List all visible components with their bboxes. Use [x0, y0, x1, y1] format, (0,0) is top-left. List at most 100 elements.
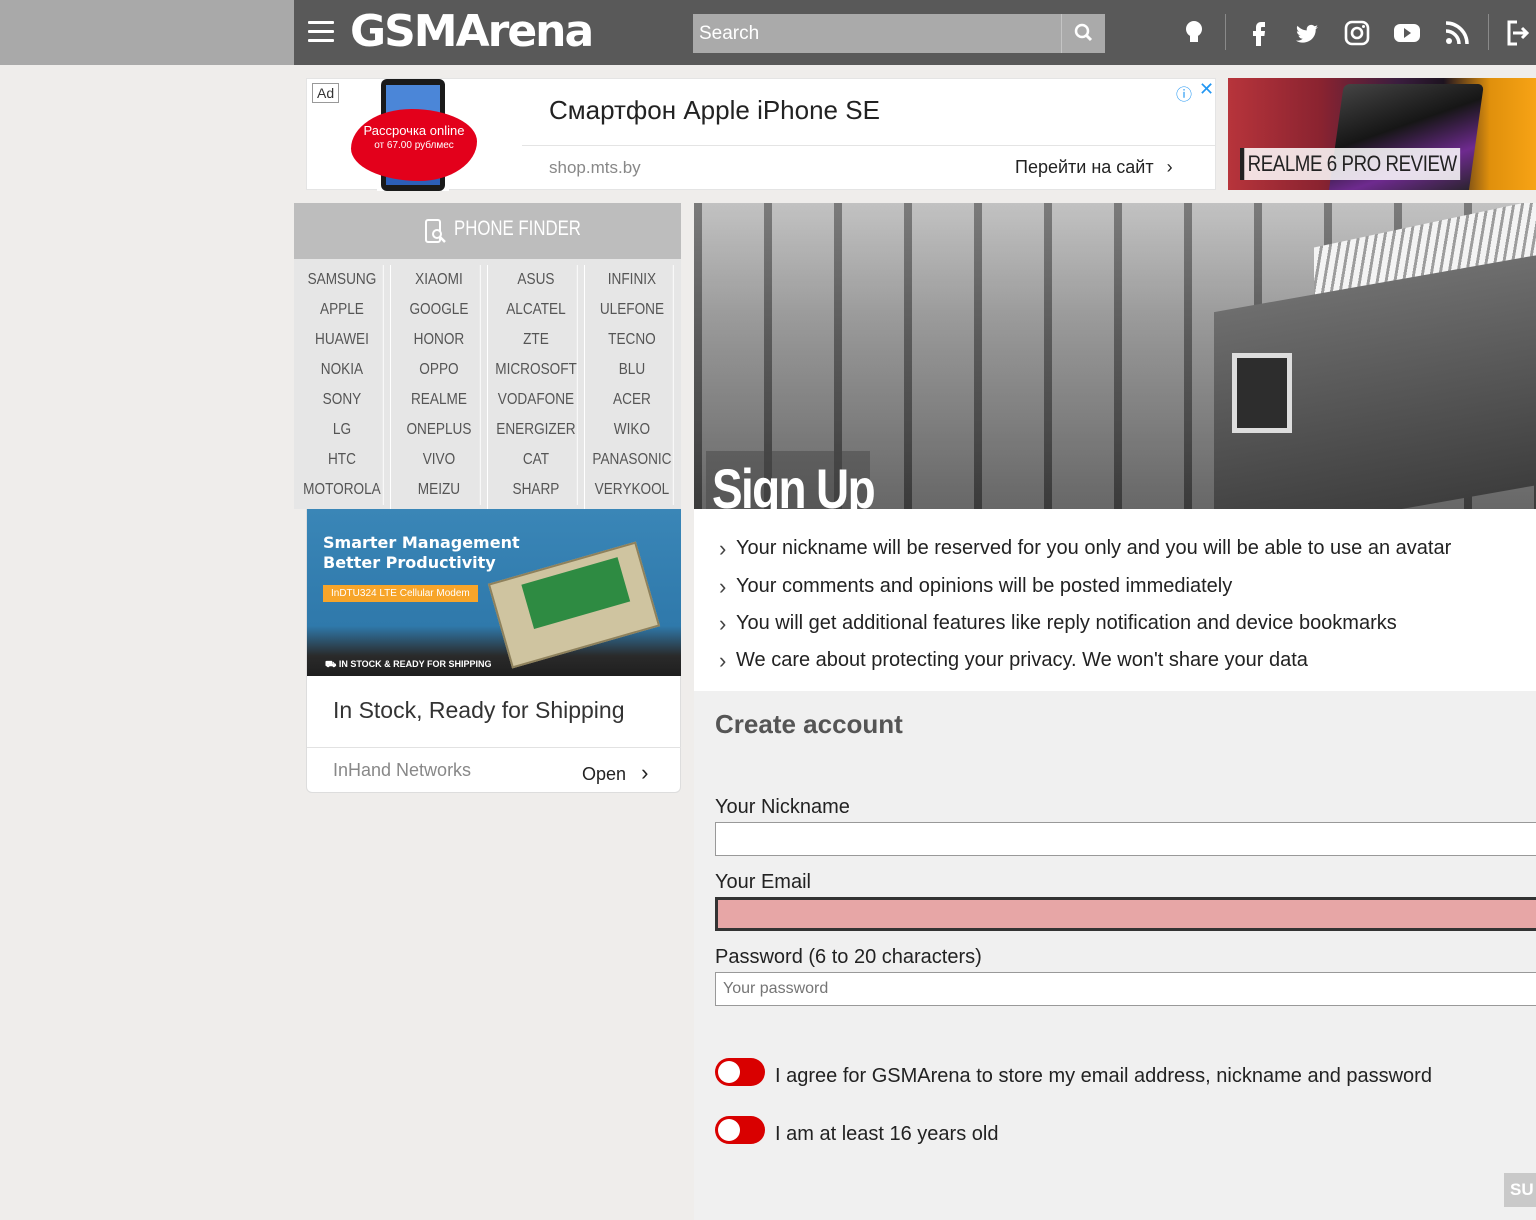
side-ad-image: Smarter Management Better Productivity I… — [307, 509, 681, 676]
nickname-label: Your Nickname — [715, 796, 850, 818]
submit-button[interactable]: SU — [1504, 1173, 1536, 1207]
lightbulb-icon[interactable] — [1179, 16, 1213, 50]
truck-icon: ⛟ — [325, 659, 339, 669]
benefit-item: Your nickname will be reserved for you o… — [719, 536, 1451, 562]
top-ad-banner[interactable]: Рассрочка online от 67.00 рублмес Ad Сма… — [306, 78, 1216, 191]
brand-link-panasonic[interactable]: PANASONIC — [592, 445, 674, 475]
side-ad-brand: InHand Networks — [333, 760, 472, 780]
svg-text:GSMArena: GSMArena — [350, 6, 592, 56]
search-input[interactable] — [693, 14, 1061, 53]
login-icon[interactable] — [1499, 16, 1533, 50]
benefits-list: Your nickname will be reserved for you o… — [694, 509, 1536, 691]
brand-link-energizer[interactable]: ENERGIZER — [495, 415, 577, 445]
brand-link-sharp[interactable]: SHARP — [495, 475, 577, 505]
signup-hero: Sign Up — [694, 203, 1536, 509]
brand-link-vivo[interactable]: VIVO — [398, 445, 481, 475]
side-ad[interactable]: Smarter Management Better Productivity I… — [306, 509, 681, 793]
instagram-icon[interactable] — [1340, 16, 1374, 50]
brand-link-motorola[interactable]: MOTOROLA — [301, 475, 384, 505]
search-button[interactable] — [1061, 14, 1105, 53]
chevron-right-icon: › — [641, 760, 649, 785]
rss-icon[interactable] — [1440, 16, 1474, 50]
brand-link-apple[interactable]: APPLE — [301, 295, 384, 325]
twitter-icon[interactable] — [1290, 16, 1324, 50]
side-ad-open-button[interactable]: Open › — [582, 760, 648, 786]
brand-link-google[interactable]: GOOGLE — [398, 295, 481, 325]
brand-link-infinix[interactable]: INFINIX — [592, 265, 674, 295]
brand-link-samsung[interactable]: SAMSUNG — [301, 265, 384, 295]
brand-link-microsoft[interactable]: MICROSOFT — [495, 355, 577, 385]
side-ad-product-pill: InDTU324 LTE Cellular Modem — [323, 585, 478, 602]
ad-close-icon[interactable]: ✕ — [1199, 79, 1214, 100]
brand-link-huawei[interactable]: HUAWEI — [301, 325, 384, 355]
create-account-heading: Create account — [715, 709, 903, 739]
phone-finder-title: PHONE FINDER — [454, 217, 581, 240]
ad-cta-link[interactable]: Перейти на сайт › — [1015, 157, 1173, 178]
brand-link-nokia[interactable]: NOKIA — [301, 355, 384, 385]
brand-link-xiaomi[interactable]: XIAOMI — [398, 265, 481, 295]
youtube-icon[interactable] — [1390, 16, 1424, 50]
brand-link-zte[interactable]: ZTE — [495, 325, 577, 355]
site-logo[interactable]: GSMArena — [350, 6, 608, 57]
agree-store-label: I agree for GSMArena to store my email a… — [775, 1065, 1432, 1087]
email-field[interactable] — [715, 897, 1536, 931]
brand-link-alcatel[interactable]: ALCATEL — [495, 295, 577, 325]
ad-info-icon[interactable]: ⓘ — [1176, 81, 1192, 105]
ad-cta-label: Перейти на сайт — [1015, 157, 1154, 177]
brand-link-honor[interactable]: HONOR — [398, 325, 481, 355]
header-separator — [1488, 14, 1489, 50]
email-label: Your Email — [715, 871, 811, 893]
modem-image — [487, 541, 661, 669]
benefit-item: Your comments and opinions will be poste… — [719, 574, 1232, 600]
age-confirm-toggle[interactable] — [715, 1116, 765, 1144]
phone-finder: PHONE FINDER SAMSUNG XIAOMI ASUS INFINIX APP… — [294, 203, 681, 509]
brand-link-htc[interactable]: HTC — [301, 445, 384, 475]
ad-promo-line1: Рассрочка online — [363, 123, 465, 138]
brand-link-sony[interactable]: SONY — [301, 385, 384, 415]
brand-link-tecno[interactable]: TECNO — [592, 325, 674, 355]
brand-link-wiko[interactable]: WIKO — [592, 415, 674, 445]
side-ad-stock-note: ⛟ IN STOCK & READY FOR SHIPPING — [325, 659, 492, 671]
header-separator — [1225, 14, 1226, 50]
brand-link-oppo[interactable]: OPPO — [398, 355, 481, 385]
ad-badge: Ad — [312, 83, 340, 103]
ad-divider — [522, 145, 1216, 146]
brand-link-meizu[interactable]: MEIZU — [398, 475, 481, 505]
brand-link-cat[interactable]: CAT — [495, 445, 577, 475]
side-ad-open-label: Open — [582, 764, 627, 784]
side-ad-title[interactable]: In Stock, Ready for Shipping — [333, 697, 625, 724]
side-ad-headline1: Smarter Management — [323, 533, 520, 552]
ad-title[interactable]: Смартфон Apple iPhone SE — [549, 95, 880, 126]
menu-icon[interactable] — [308, 21, 334, 43]
ad-promo-line2: от 67.00 рублмес — [374, 140, 454, 151]
nickname-field[interactable] — [715, 822, 1536, 856]
phone-finder-header[interactable]: PHONE FINDER — [294, 203, 681, 259]
hero-drawer-handle — [1232, 353, 1292, 433]
review-card[interactable]: REALME 6 PRO REVIEW — [1228, 78, 1536, 190]
phone-search-icon — [425, 219, 446, 243]
facebook-icon[interactable] — [1242, 16, 1276, 50]
brand-list: SAMSUNG XIAOMI ASUS INFINIX APPLE GOOGLE ALCAT… — [294, 265, 681, 509]
password-field[interactable] — [715, 972, 1536, 1006]
search-icon — [1074, 23, 1093, 42]
brand-link-ulefone[interactable]: ULEFONE — [592, 295, 674, 325]
toggle-knob — [718, 1119, 740, 1141]
benefit-item: You will get additional features like re… — [719, 611, 1397, 637]
chevron-right-icon: › — [1166, 157, 1173, 177]
ad-url: shop.mts.by — [549, 158, 641, 177]
gsmarena-logo-icon: GSMArena — [350, 6, 594, 57]
brand-link-asus[interactable]: ASUS — [495, 265, 577, 295]
brand-link-blu[interactable]: BLU — [592, 355, 674, 385]
brand-link-oneplus[interactable]: ONEPLUS — [398, 415, 481, 445]
signup-main: Sign Up Your nickname will be reserved f… — [694, 203, 1536, 1220]
brand-link-realme[interactable]: REALME — [398, 385, 481, 415]
left-gray-band — [0, 0, 294, 65]
brand-link-acer[interactable]: ACER — [592, 385, 674, 415]
brand-link-vodafone[interactable]: VODAFONE — [495, 385, 577, 415]
agree-store-toggle[interactable] — [715, 1058, 765, 1086]
brand-link-lg[interactable]: LG — [301, 415, 384, 445]
review-label: REALME 6 PRO REVIEW — [1240, 148, 1461, 180]
benefit-item: We care about protecting your privacy. W… — [719, 648, 1308, 674]
age-confirm-label: I am at least 16 years old — [775, 1123, 999, 1145]
brand-link-verykool[interactable]: VERYKOOL — [592, 475, 674, 505]
